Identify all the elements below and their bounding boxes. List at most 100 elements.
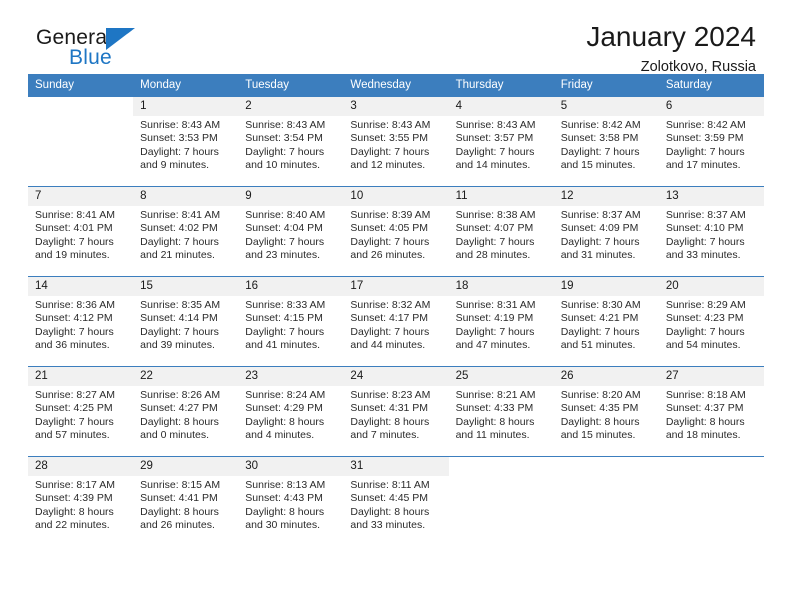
calendar-day-cell[interactable]: 20 Sunrise: 8:29 AM Sunset: 4:23 PM Dayligh… <box>658 276 764 367</box>
day-sun-info: Sunrise: 8:41 AM Sunset: 4:02 PM Daylight:… <box>133 206 238 263</box>
day-sun-info: Sunrise: 8:33 AM Sunset: 4:15 PM Daylight:… <box>238 296 343 353</box>
calendar-day-cell[interactable]: 24 Sunrise: 8:23 AM Sunset: 4:31 PM Dayligh… <box>343 366 449 457</box>
calendar-day-cell[interactable]: 27 Sunrise: 8:18 AM Sunset: 4:37 PM Dayligh… <box>658 366 764 457</box>
sunset-text: Sunset: 4:31 PM <box>350 402 429 415</box>
day-sun-info: Sunrise: 8:43 AM Sunset: 3:55 PM Daylight:… <box>343 116 448 173</box>
day-number: 14 <box>28 277 134 296</box>
calendar-day-cell[interactable]: 19 Sunrise: 8:30 AM Sunset: 4:21 PM Dayligh… <box>553 276 659 367</box>
sunset-text: Sunset: 3:53 PM <box>140 132 218 145</box>
page-title: January 2024 <box>586 21 756 52</box>
day-sun-info: Sunrise: 8:43 AM Sunset: 3:53 PM Daylight:… <box>133 116 238 173</box>
calendar-day-cell[interactable]: 2 Sunrise: 8:43 AM Sunset: 3:54 PM Daylight… <box>238 96 344 187</box>
daylight-text: Daylight: 7 hours <box>245 145 325 158</box>
sunset-text: Sunset: 4:12 PM <box>35 312 113 325</box>
daylight-text: Daylight: 8 hours <box>245 505 325 518</box>
day-sun-info: Sunrise: 8:37 AM Sunset: 4:10 PM Daylight:… <box>659 206 764 263</box>
calendar-grid: Sunday Monday Tuesday Wednesday Thursday Frid… <box>28 74 764 546</box>
calendar-day-cell[interactable]: 18 Sunrise: 8:31 AM Sunset: 4:19 PM Dayligh… <box>448 276 554 367</box>
sunset-text: Sunset: 3:54 PM <box>245 132 323 145</box>
sunset-text: Sunset: 4:07 PM <box>455 222 534 235</box>
day-number: 22 <box>133 367 239 386</box>
daylight-text: and 17 minutes. <box>665 159 741 172</box>
calendar-day-cell[interactable]: 8 Sunrise: 8:41 AM Sunset: 4:02 PM Daylight… <box>133 186 239 277</box>
calendar-week-row: 14 Sunrise: 8:36 AM Sunset: 4:12 PM Dayligh… <box>28 276 764 367</box>
calendar-day-cell[interactable]: 11 Sunrise: 8:38 AM Sunset: 4:07 PM Dayligh… <box>448 186 554 277</box>
sunrise-text: Sunrise: 8:17 AM <box>35 479 115 491</box>
sunset-text: Sunset: 4:39 PM <box>35 492 113 505</box>
daylight-text: Daylight: 8 hours <box>665 415 745 428</box>
daylight-text: Daylight: 7 hours <box>35 325 114 338</box>
calendar-day-cell[interactable]: 29 Sunrise: 8:15 AM Sunset: 4:41 PM Dayligh… <box>133 456 239 546</box>
day-sun-info: Sunrise: 8:36 AM Sunset: 4:12 PM Daylight:… <box>28 296 133 353</box>
day-number: 28 <box>28 457 134 476</box>
daylight-text: and 14 minutes. <box>455 159 531 172</box>
sunrise-text: Sunrise: 8:23 AM <box>350 389 431 401</box>
sunrise-text: Sunrise: 8:26 AM <box>140 389 221 401</box>
calendar-day-cell[interactable]: 23 Sunrise: 8:24 AM Sunset: 4:29 PM Dayligh… <box>238 366 344 457</box>
day-number <box>28 97 133 116</box>
daylight-text: and 28 minutes. <box>455 249 531 262</box>
day-sun-info: Sunrise: 8:38 AM Sunset: 4:07 PM Daylight:… <box>449 206 554 263</box>
daylight-text: Daylight: 7 hours <box>455 145 535 158</box>
day-sun-info: Sunrise: 8:42 AM Sunset: 3:58 PM Daylight:… <box>554 116 659 173</box>
daylight-text: and 31 minutes. <box>560 249 636 262</box>
calendar-day-cell[interactable]: 9 Sunrise: 8:40 AM Sunset: 4:04 PM Daylight… <box>238 186 344 277</box>
day-sun-info: Sunrise: 8:42 AM Sunset: 3:59 PM Daylight:… <box>659 116 764 173</box>
daylight-text: Daylight: 7 hours <box>350 325 430 338</box>
day-sun-info: Sunrise: 8:23 AM Sunset: 4:31 PM Daylight:… <box>343 386 448 443</box>
calendar-day-cell[interactable]: 31 Sunrise: 8:11 AM Sunset: 4:45 PM Dayligh… <box>343 456 449 546</box>
calendar-day-cell[interactable]: 26 Sunrise: 8:20 AM Sunset: 4:35 PM Dayligh… <box>553 366 659 457</box>
day-number: 15 <box>133 277 239 296</box>
calendar-day-cell[interactable]: 15 Sunrise: 8:35 AM Sunset: 4:14 PM Dayligh… <box>133 276 239 367</box>
daylight-text: and 36 minutes. <box>35 339 110 352</box>
calendar-day-cell[interactable]: 25 Sunrise: 8:21 AM Sunset: 4:33 PM Dayligh… <box>448 366 554 457</box>
sunrise-text: Sunrise: 8:21 AM <box>455 389 536 401</box>
daylight-text: Daylight: 7 hours <box>560 235 640 248</box>
day-sun-info: Sunrise: 8:13 AM Sunset: 4:43 PM Daylight:… <box>238 476 343 533</box>
general-blue-logo[interactable]: General Blue <box>36 26 266 78</box>
daylight-text: Daylight: 7 hours <box>245 325 325 338</box>
day-number: 19 <box>553 277 659 296</box>
calendar-week-row: 7 Sunrise: 8:41 AM Sunset: 4:01 PM Daylight… <box>28 186 764 277</box>
daylight-text: and 23 minutes. <box>245 249 320 262</box>
sunrise-text: Sunrise: 8:27 AM <box>35 389 115 401</box>
daylight-text: Daylight: 8 hours <box>245 415 325 428</box>
calendar-day-cell[interactable]: 10 Sunrise: 8:39 AM Sunset: 4:05 PM Dayligh… <box>343 186 449 277</box>
calendar-day-cell[interactable]: 4 Sunrise: 8:43 AM Sunset: 3:57 PM Daylight… <box>448 96 554 187</box>
calendar-day-cell[interactable]: 16 Sunrise: 8:33 AM Sunset: 4:15 PM Dayligh… <box>238 276 344 367</box>
calendar-day-cell[interactable]: 6 Sunrise: 8:42 AM Sunset: 3:59 PM Daylight… <box>658 96 764 187</box>
calendar-day-cell[interactable]: 13 Sunrise: 8:37 AM Sunset: 4:10 PM Dayligh… <box>658 186 764 277</box>
daylight-text: Daylight: 7 hours <box>665 235 745 248</box>
title-block: January 2024 Zolotkovo, Russia <box>586 20 756 78</box>
daylight-text: Daylight: 7 hours <box>455 235 535 248</box>
daylight-text: Daylight: 7 hours <box>35 235 114 248</box>
calendar-day-cell[interactable]: 14 Sunrise: 8:36 AM Sunset: 4:12 PM Dayligh… <box>28 276 134 367</box>
day-number: 3 <box>343 97 449 116</box>
daylight-text: and 19 minutes. <box>35 249 110 262</box>
calendar-day-cell[interactable]: 5 Sunrise: 8:42 AM Sunset: 3:58 PM Daylight… <box>553 96 659 187</box>
sunset-text: Sunset: 4:27 PM <box>140 402 218 415</box>
calendar-day-cell[interactable]: 1 Sunrise: 8:43 AM Sunset: 3:53 PM Daylight… <box>133 96 239 187</box>
calendar-day-cell[interactable]: 7 Sunrise: 8:41 AM Sunset: 4:01 PM Daylight… <box>28 186 134 277</box>
calendar-day-cell[interactable]: 28 Sunrise: 8:17 AM Sunset: 4:39 PM Dayligh… <box>28 456 134 546</box>
day-sun-info: Sunrise: 8:20 AM Sunset: 4:35 PM Daylight:… <box>554 386 659 443</box>
calendar-day-cell[interactable]: 12 Sunrise: 8:37 AM Sunset: 4:09 PM Dayligh… <box>553 186 659 277</box>
calendar-day-cell[interactable]: 3 Sunrise: 8:43 AM Sunset: 3:55 PM Daylight… <box>343 96 449 187</box>
daylight-text: Daylight: 7 hours <box>350 145 430 158</box>
sunset-text: Sunset: 3:55 PM <box>350 132 429 145</box>
daylight-text: and 18 minutes. <box>665 429 741 442</box>
calendar-day-cell[interactable]: 21 Sunrise: 8:27 AM Sunset: 4:25 PM Dayligh… <box>28 366 134 457</box>
calendar-day-cell[interactable]: 17 Sunrise: 8:32 AM Sunset: 4:17 PM Dayligh… <box>343 276 449 367</box>
daylight-text: Daylight: 7 hours <box>560 145 640 158</box>
day-number <box>659 457 764 476</box>
daylight-text: and 21 minutes. <box>140 249 215 262</box>
daylight-text: and 33 minutes. <box>665 249 741 262</box>
sunrise-text: Sunrise: 8:35 AM <box>140 299 221 311</box>
sunrise-text: Sunrise: 8:18 AM <box>665 389 746 401</box>
sunrise-text: Sunrise: 8:24 AM <box>245 389 326 401</box>
calendar-day-cell[interactable]: 22 Sunrise: 8:26 AM Sunset: 4:27 PM Dayligh… <box>133 366 239 457</box>
day-number: 16 <box>238 277 344 296</box>
sunset-text: Sunset: 4:33 PM <box>455 402 534 415</box>
calendar-day-cell[interactable]: 30 Sunrise: 8:13 AM Sunset: 4:43 PM Dayligh… <box>238 456 344 546</box>
day-number: 4 <box>448 97 554 116</box>
